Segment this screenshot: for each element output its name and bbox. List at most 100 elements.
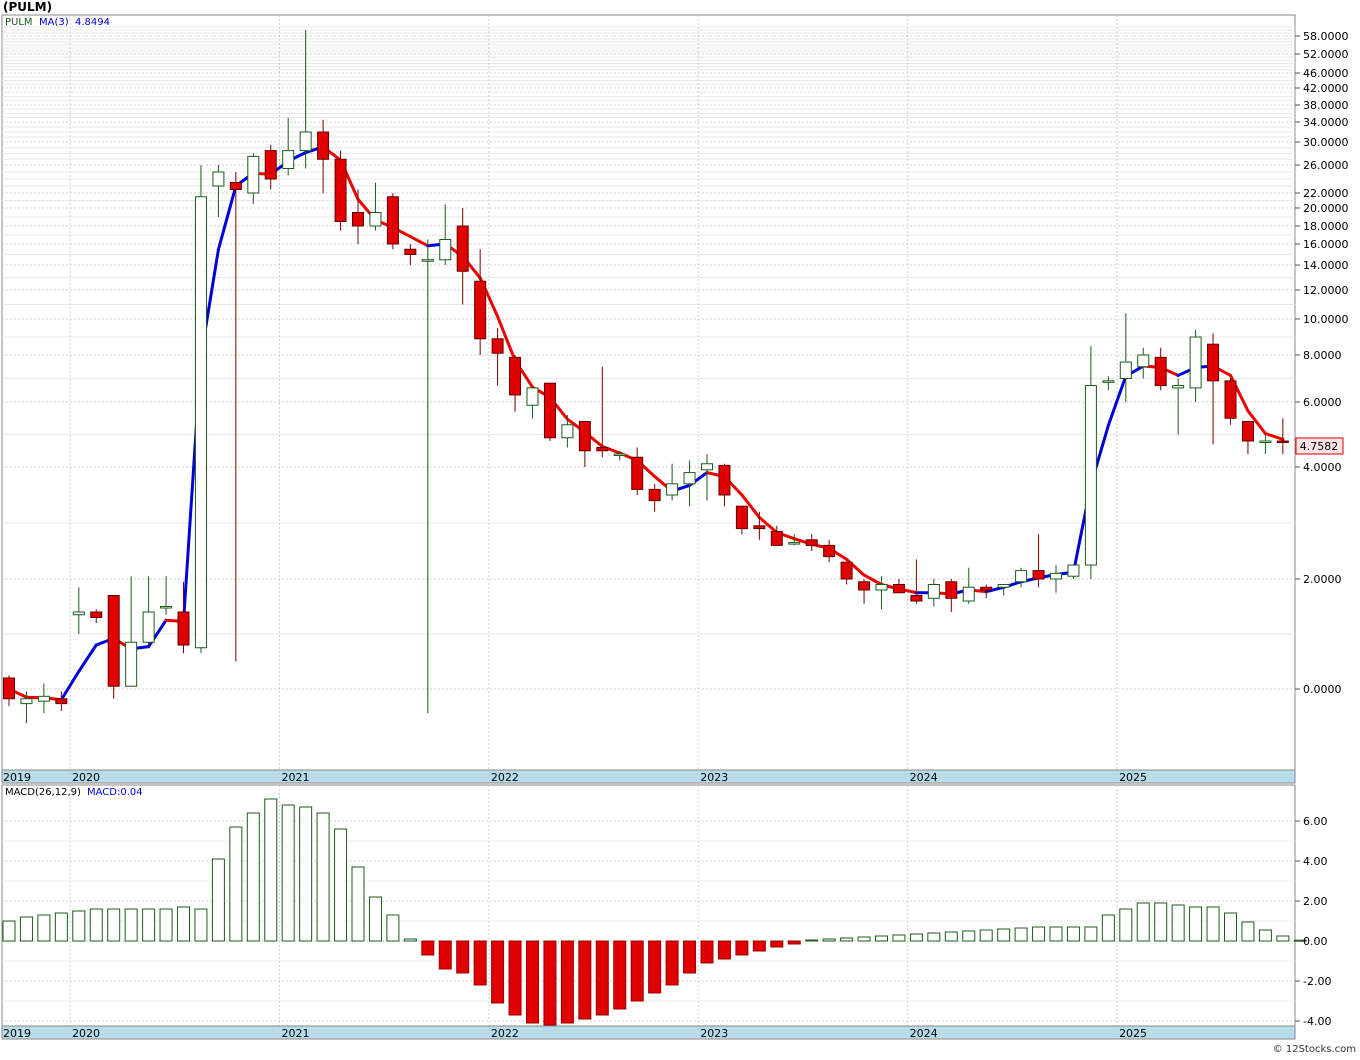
macd-bar bbox=[806, 940, 818, 941]
candle-body bbox=[1208, 344, 1219, 381]
macd-bar bbox=[352, 867, 364, 941]
macd-bar bbox=[753, 941, 765, 951]
macd-bar bbox=[55, 913, 67, 941]
candle-body bbox=[422, 260, 433, 262]
candle-body bbox=[1120, 362, 1131, 378]
candle-body bbox=[335, 159, 346, 221]
price-tick-label: 18.0000 bbox=[1303, 220, 1349, 233]
candle-body bbox=[981, 587, 992, 590]
candle-body bbox=[841, 562, 852, 579]
candle-body bbox=[702, 464, 713, 470]
candle-body bbox=[73, 612, 84, 615]
candle-body bbox=[126, 642, 137, 686]
candle-body bbox=[527, 388, 538, 405]
candle-body bbox=[824, 545, 835, 556]
candle-body bbox=[614, 454, 625, 456]
price-tick-label: 46.0000 bbox=[1303, 67, 1349, 80]
candle-body bbox=[719, 465, 730, 495]
price-tick-label: 26.0000 bbox=[1303, 159, 1349, 172]
macd-bar bbox=[422, 941, 434, 955]
candle-body bbox=[876, 585, 887, 591]
macd-bar bbox=[561, 941, 573, 1023]
price-panel: 58.000052.000046.000042.000038.000034.00… bbox=[2, 15, 1349, 784]
macd-bar bbox=[841, 938, 853, 941]
price-time-axis bbox=[2, 770, 1295, 783]
macd-bar bbox=[1225, 913, 1237, 941]
time-axis-label: 2019 bbox=[3, 771, 31, 784]
macd-bar bbox=[858, 937, 870, 941]
candle-body bbox=[492, 339, 503, 353]
candle-body bbox=[806, 540, 817, 546]
macd-bar bbox=[230, 827, 242, 941]
macd-bar bbox=[893, 935, 905, 941]
macd-tick-label: -4.00 bbox=[1303, 1015, 1331, 1028]
macd-bar bbox=[1050, 927, 1062, 941]
candle-body bbox=[579, 422, 590, 451]
candle-body bbox=[911, 596, 922, 602]
candle-body bbox=[405, 249, 416, 254]
candle-body bbox=[475, 281, 486, 339]
macd-bar bbox=[945, 932, 957, 941]
candle-body bbox=[178, 612, 189, 645]
macd-bar bbox=[317, 813, 329, 941]
macd-bar bbox=[701, 941, 713, 963]
macd-bar bbox=[614, 941, 626, 1009]
candle-body bbox=[195, 197, 206, 648]
macd-bar bbox=[736, 941, 748, 955]
macd-bar bbox=[649, 941, 661, 993]
macd-legend-value: MACD:0.04 bbox=[87, 787, 143, 798]
candle-body bbox=[91, 612, 102, 618]
macd-bar bbox=[282, 805, 294, 941]
macd-bar bbox=[771, 941, 783, 947]
candle-body bbox=[1033, 571, 1044, 579]
macd-bar bbox=[1033, 927, 1045, 941]
candle-body bbox=[1260, 441, 1271, 443]
candle-body bbox=[754, 526, 765, 529]
candle-body bbox=[4, 678, 15, 699]
price-tick-label: 20.0000 bbox=[1303, 202, 1349, 215]
macd-bar bbox=[492, 941, 504, 1003]
candle-body bbox=[457, 226, 468, 271]
macd-tick-label: -2.00 bbox=[1303, 975, 1331, 988]
macd-legend-label: MACD(26,12,9) bbox=[5, 787, 81, 798]
macd-bar bbox=[404, 939, 416, 941]
candle-body bbox=[1138, 355, 1149, 367]
time-axis-label: 2023 bbox=[700, 1027, 728, 1040]
time-axis-label: 2025 bbox=[1119, 1027, 1147, 1040]
candle-body bbox=[597, 448, 608, 451]
time-axis-label: 2024 bbox=[910, 771, 938, 784]
candle-body bbox=[684, 473, 695, 484]
candle-body bbox=[510, 357, 521, 395]
candle-body bbox=[300, 132, 311, 151]
macd-bar bbox=[666, 941, 678, 985]
macd-bar bbox=[247, 813, 259, 941]
time-axis-label: 2019 bbox=[3, 1027, 31, 1040]
time-axis-label: 2020 bbox=[72, 1027, 100, 1040]
candle-body bbox=[963, 587, 974, 601]
candle-body bbox=[318, 132, 329, 159]
macd-bar bbox=[474, 941, 486, 985]
price-tick-label: 2.0000 bbox=[1303, 573, 1342, 586]
price-tick-label: 22.0000 bbox=[1303, 187, 1349, 200]
candle-body bbox=[544, 383, 555, 438]
macd-bar bbox=[579, 941, 591, 1019]
candle-body bbox=[21, 699, 32, 704]
candle-body bbox=[161, 607, 172, 609]
candle-body bbox=[230, 183, 241, 190]
price-legend-ma-value: 4.8494 bbox=[75, 17, 110, 28]
price-tick-label: 6.0000 bbox=[1303, 396, 1342, 409]
candle-body bbox=[893, 585, 904, 593]
macd-tick-label: 2.00 bbox=[1303, 895, 1328, 908]
macd-bar bbox=[300, 807, 312, 941]
macd-bar bbox=[527, 941, 539, 1023]
price-tick-label: 12.0000 bbox=[1303, 284, 1349, 297]
candle-body bbox=[859, 582, 870, 590]
macd-tick-label: 0.00 bbox=[1303, 935, 1328, 948]
macd-bar bbox=[1067, 927, 1079, 941]
price-tick-label: 14.0000 bbox=[1303, 259, 1349, 272]
candle-body bbox=[789, 543, 800, 545]
macd-bar bbox=[387, 915, 399, 941]
candle-body bbox=[1155, 357, 1166, 385]
time-axis-label: 2023 bbox=[700, 771, 728, 784]
candle-body bbox=[1068, 565, 1079, 576]
